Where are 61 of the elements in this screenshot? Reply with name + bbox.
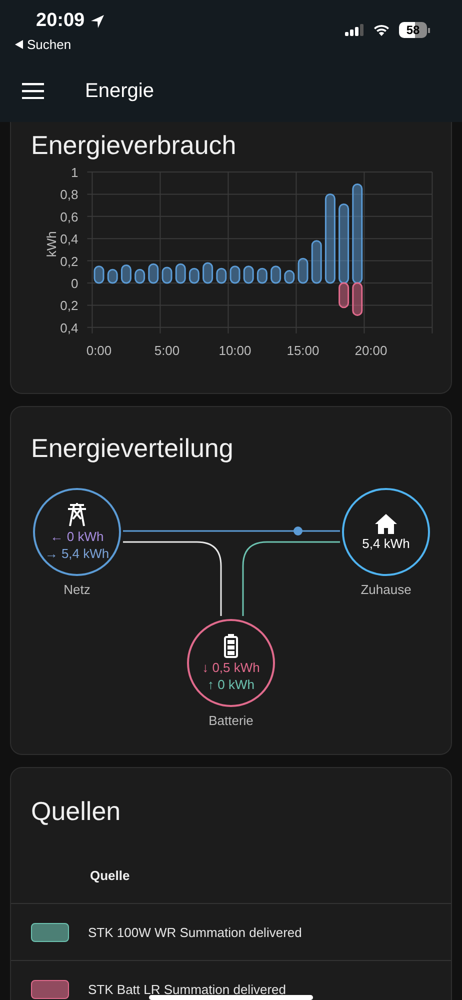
chart-bar [298,258,308,284]
chart-bar [202,262,214,284]
axis-tick-label: 0,6 [60,209,78,224]
menu-icon[interactable] [22,83,44,99]
power-pylon-icon [67,503,87,527]
chart-bar [120,264,132,284]
chart-bar [230,266,240,284]
axis-tick-label: 15:00 [286,343,320,358]
wifi-icon [373,24,390,36]
axis-tick-label: 5:00 [154,343,180,358]
energy-reading: ← 0 kWh [50,529,104,544]
page-title: Energie [85,80,154,102]
signal-icon [345,24,364,36]
node-circle[interactable]: 5,4 kWh [342,488,430,576]
card-title: Energieverteilung [30,432,234,464]
chart-bar [284,270,295,284]
chart-bar [107,268,118,284]
chart-bar [243,266,254,284]
chart-bar [311,240,322,284]
node-label: Zuhause [360,582,412,597]
chart-bar [270,266,282,284]
location-arrow-icon [90,14,105,28]
card-title: Energieverbrauch [30,129,238,161]
chart-bar [94,266,104,284]
chart-bar [148,263,159,284]
node-circle[interactable]: ↓ 0,5 kWh ↑ 0 kWh [187,619,275,707]
back-link[interactable]: Suchen [27,37,72,52]
axis-tick-label: 0,2 [60,298,78,314]
energy-reading: → 5,4 kWh [44,546,110,561]
battery-icon [224,634,238,658]
energy-reading: ↓ 0,5 kWh [202,660,260,675]
axis-tick-label: 20:00 [354,343,388,358]
clock-time: 20:09 [36,10,85,32]
energy-reading: 5,4 kWh [362,536,410,550]
node-label: Batterie [208,713,254,728]
house-icon [375,514,397,534]
card-title: Quellen [30,795,122,828]
axis-tick-label: 0 [70,276,78,291]
axis-tick-label: 0,8 [60,187,78,202]
energy-reading: ↑ 0 kWh [208,677,254,692]
source-name: STK Batt LR Summation delivered [88,982,286,996]
node-circle[interactable]: ← 0 kWh → 5,4 kWh [33,488,121,576]
back-icon[interactable] [15,40,23,49]
battery-icon: 58 [399,22,430,38]
chart-bar [188,268,200,284]
chart-bar [134,268,146,284]
chart-bar [256,268,268,284]
column-header: Quelle [90,868,130,882]
axis-tick-label: 0,2 [60,254,78,269]
axis-tick-label: 0,4 [60,232,78,247]
chart-bar [175,263,186,284]
chart-bar [162,266,172,284]
chart-bar [216,268,227,284]
axis-tick-label: 0,4 [60,320,78,336]
source-name: STK 100W WR Summation delivered [88,924,302,940]
flow-dot [294,526,302,536]
axis-title: kWh [44,231,59,258]
axis-tick-label: 1 [70,165,78,180]
axis-tick-label: 10:00 [218,343,252,358]
axis-tick-label: 0:00 [86,343,112,358]
node-label: Netz [64,582,90,597]
